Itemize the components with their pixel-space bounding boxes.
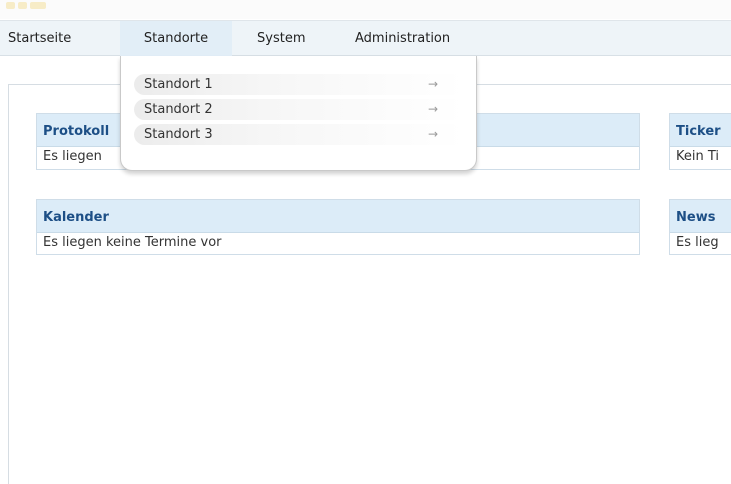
logo-decoration xyxy=(6,2,15,9)
nav-item-startseite[interactable]: Startseite xyxy=(8,21,118,56)
logo-decoration xyxy=(30,2,46,9)
dropdown-item-standort-1[interactable]: Standort 1 → xyxy=(134,74,464,95)
panel-title[interactable]: Kalender xyxy=(37,200,639,233)
dropdown-item-label: Standort 2 xyxy=(144,102,213,117)
nav-item-system[interactable]: System xyxy=(257,21,327,56)
nav-item-standorte[interactable]: Standorte xyxy=(120,21,232,56)
logo-decoration xyxy=(18,2,27,9)
main-navigation: Startseite Standorte System Administrati… xyxy=(0,20,731,56)
standorte-dropdown-menu: Standort 1 → Standort 2 → Standort 3 → xyxy=(120,56,477,171)
panel-title[interactable]: News xyxy=(670,200,731,233)
arrow-right-icon: → xyxy=(427,77,438,91)
panel-body: Kein Ti xyxy=(676,149,720,164)
dropdown-item-label: Standort 1 xyxy=(144,77,213,92)
arrow-right-icon: → xyxy=(427,102,438,116)
dropdown-item-standort-3[interactable]: Standort 3 → xyxy=(134,124,464,145)
news-panel: News Es lieg xyxy=(669,199,731,255)
panel-body: Es lieg xyxy=(676,235,719,250)
ticker-panel: Ticker Kein Ti xyxy=(669,113,731,170)
dropdown-item-label: Standort 3 xyxy=(144,127,213,142)
kalender-panel: Kalender Es liegen keine Termine vor xyxy=(36,199,640,255)
nav-item-administration[interactable]: Administration xyxy=(355,21,485,56)
top-strip xyxy=(0,0,731,19)
arrow-right-icon: → xyxy=(427,127,438,141)
panel-body: Es liegen keine Termine vor xyxy=(43,235,222,250)
panel-title[interactable]: Ticker xyxy=(670,114,731,147)
dropdown-item-standort-2[interactable]: Standort 2 → xyxy=(134,99,464,120)
